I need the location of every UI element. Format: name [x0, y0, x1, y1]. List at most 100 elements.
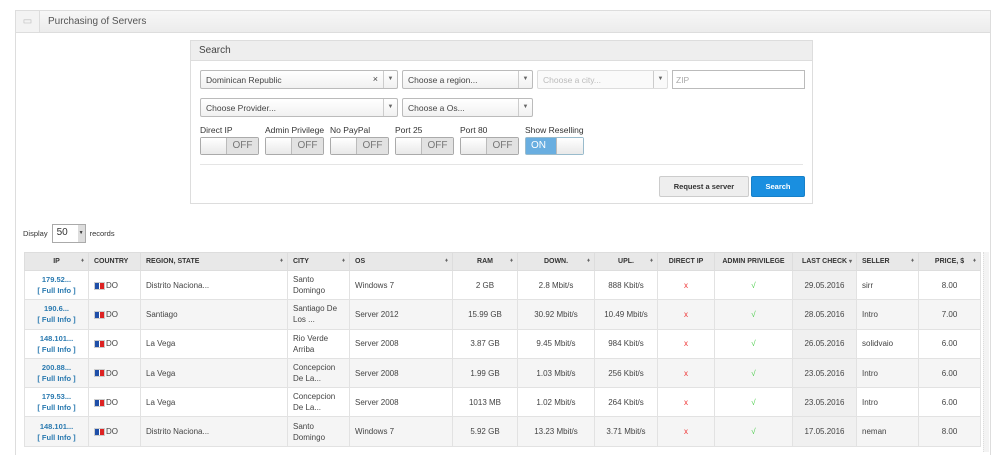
toggle-switch[interactable]: OFF [200, 137, 259, 155]
column-label: OS [355, 258, 366, 265]
country-code: DO [106, 397, 118, 407]
country-code: DO [106, 427, 118, 437]
toggle-knob [556, 138, 583, 154]
column-header[interactable]: ADMIN PRIVILEGE [714, 252, 793, 271]
toggle-state: OFF [487, 138, 518, 154]
direct-ip-cell: x [657, 357, 715, 389]
request-server-button[interactable]: Request a server [659, 176, 749, 197]
ip-link[interactable]: 148.101... [30, 333, 83, 344]
ip-cell: 200.88...[ Full Info ] [24, 357, 89, 389]
last-check-cell: 28.05.2016 [792, 299, 857, 330]
cell-text: 256 Kbit/s [608, 368, 644, 378]
download-cell: 9.45 Mbit/s [517, 328, 595, 359]
seller-cell: solidvaio [856, 328, 919, 359]
toggle-switch[interactable]: OFF [395, 137, 454, 155]
city-cell: Santo Domingo [287, 269, 350, 301]
check-icon: √ [751, 280, 756, 290]
upload-cell: 256 Kbit/s [594, 357, 658, 389]
upload-cell: 3.71 Mbit/s [594, 416, 658, 447]
download-cell: 1.03 Mbit/s [517, 357, 595, 389]
column-header[interactable]: COUNTRY [88, 252, 141, 271]
toggle-switch[interactable]: OFF [265, 137, 324, 155]
ram-cell: 1013 MB [452, 387, 518, 418]
records-label: records [89, 229, 115, 238]
download-cell: 1.02 Mbit/s [517, 387, 595, 418]
column-header[interactable]: UPL. ♦ [594, 252, 658, 271]
chevron-down-icon: ▼ [383, 99, 397, 116]
column-label: DOWN. [543, 258, 569, 265]
ram-cell: 5.92 GB [452, 416, 518, 447]
toggle-switch[interactable]: OFF [460, 137, 519, 155]
cross-icon: x [684, 427, 688, 437]
column-header[interactable]: REGION, STATE ♦ [140, 252, 288, 271]
full-info-link[interactable]: [ Full Info ] [30, 314, 83, 325]
column-header[interactable]: OS ♦ [349, 252, 453, 271]
column-header[interactable]: LAST CHECK ▾ [792, 252, 857, 271]
region-select[interactable]: Choose a region... ▼ [402, 70, 533, 89]
clear-icon[interactable]: × [373, 74, 378, 84]
toggle-switch[interactable]: OFF [330, 137, 389, 155]
chevron-down-icon: ▼ [518, 71, 532, 88]
upload-cell: 888 Kbit/s [594, 269, 658, 301]
city-select[interactable]: Choose a city... ▼ [537, 70, 668, 89]
cell-text: Distrito Naciona... [146, 427, 210, 437]
os-cell: Server 2008 [349, 357, 453, 389]
search-button[interactable]: Search [751, 176, 805, 197]
column-header[interactable]: SELLER ♦ [856, 252, 919, 271]
column-header[interactable]: CITY ♦ [287, 252, 350, 271]
column-header[interactable]: DOWN. ♦ [517, 252, 595, 271]
column-header[interactable]: IP ♦ [24, 252, 89, 271]
provider-value: Choose Provider... [206, 103, 276, 113]
country-cell: DO [88, 416, 141, 447]
cell-text: Windows 7 [355, 280, 395, 290]
full-info-link[interactable]: [ Full Info ] [30, 344, 83, 355]
ip-link[interactable]: 179.52... [30, 274, 83, 285]
scrollbar[interactable] [983, 252, 989, 452]
servers-table: IP ♦ COUNTRY REGION, STATE ♦ CITY ♦ OS ♦ RAM ♦ DOWN… [24, 252, 981, 447]
cell-text: neman [862, 427, 887, 437]
chevron-down-icon: ▼ [77, 225, 85, 242]
full-info-link[interactable]: [ Full Info ] [30, 285, 83, 296]
full-info-link[interactable]: [ Full Info ] [30, 402, 83, 413]
ram-cell: 1.99 GB [452, 357, 518, 389]
cell-text: Distrito Naciona... [146, 280, 210, 290]
sort-icon: ♦ [649, 258, 653, 264]
ip-link[interactable]: 148.101... [30, 421, 83, 432]
records-select[interactable]: 50 ▼ [51, 224, 86, 243]
check-icon: √ [751, 397, 756, 407]
os-value: Choose a Os... [408, 103, 465, 113]
cell-text: Server 2012 [355, 309, 399, 319]
column-label: PRICE, $ [934, 258, 965, 265]
check-icon: √ [751, 368, 756, 378]
upload-cell: 984 Kbit/s [594, 328, 658, 359]
country-select[interactable]: Dominican Republic × ▼ [200, 70, 398, 89]
ram-cell: 15.99 GB [452, 299, 518, 330]
column-label: COUNTRY [94, 258, 129, 265]
toggle-switch[interactable]: ON [525, 137, 584, 155]
full-info-link[interactable]: [ Full Info ] [30, 432, 83, 443]
full-info-link[interactable]: [ Full Info ] [30, 373, 83, 384]
cell-text: Intro [862, 368, 879, 378]
os-select[interactable]: Choose a Os... ▼ [402, 98, 533, 117]
toggle-label: Direct IP [200, 125, 233, 135]
region-cell: La Vega [140, 357, 288, 389]
chevron-down-icon: ▼ [518, 99, 532, 116]
column-header[interactable]: DIRECT IP [657, 252, 715, 271]
zip-input[interactable]: ZIP [672, 70, 805, 89]
cell-text: La Vega [146, 368, 176, 378]
cell-text: 17.05.2016 [804, 427, 845, 437]
sort-icon: ♦ [444, 258, 448, 264]
cell-text: 6.00 [941, 368, 958, 378]
column-label: SELLER [862, 258, 890, 265]
column-header[interactable]: PRICE, $ ♦ [918, 252, 981, 271]
provider-select[interactable]: Choose Provider... ▼ [200, 98, 398, 117]
ip-link[interactable]: 200.88... [30, 362, 83, 373]
table-row: 200.88...[ Full Info ] DO La Vega Concepcio… [24, 357, 981, 389]
ip-link[interactable]: 190.6... [30, 303, 83, 314]
records-per-page: Display 50 ▼ records [23, 224, 115, 243]
column-header[interactable]: RAM ♦ [452, 252, 518, 271]
cell-text: Rio Verde Arriba [293, 333, 329, 354]
ip-link[interactable]: 179.53... [30, 391, 83, 402]
check-icon: √ [751, 309, 756, 319]
cell-text: Intro [862, 397, 879, 407]
